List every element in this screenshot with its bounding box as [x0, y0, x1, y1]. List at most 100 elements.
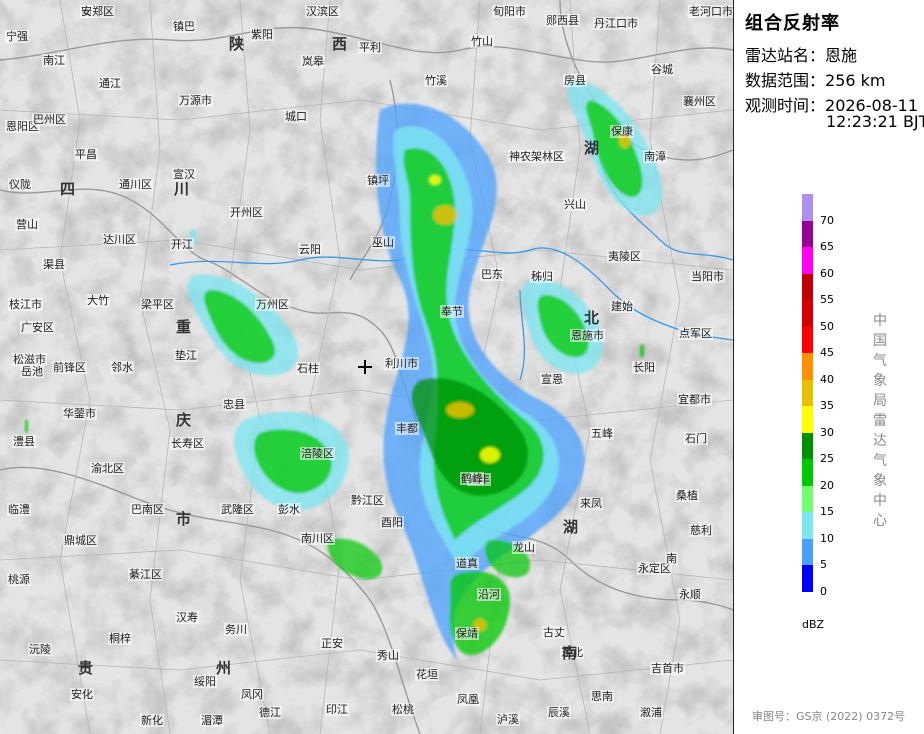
- place-label: 点军区: [678, 327, 713, 340]
- legend-swatch-50: [802, 300, 813, 327]
- province-label: 陕: [229, 35, 245, 53]
- radar-station-icon: [358, 360, 372, 374]
- place-label: 沿河: [477, 588, 501, 601]
- place-label: 营山: [15, 218, 39, 231]
- place-label: 岚皋: [301, 55, 325, 68]
- place-label: 宣恩: [540, 373, 564, 386]
- legend-tick-0: 0: [820, 584, 827, 598]
- place-label: 镇坪: [366, 174, 390, 187]
- place-label: 安: [80, 5, 93, 18]
- place-label: 通川区: [118, 178, 153, 191]
- legend-swatch-25: [802, 432, 813, 460]
- legend-swatch-45: [802, 326, 813, 354]
- province-label: 湖: [563, 518, 579, 536]
- place-label: 夷陵区: [607, 250, 642, 263]
- place-label: 道真: [455, 557, 479, 570]
- place-label: 渠县: [42, 258, 66, 271]
- place-label: 渝北区: [90, 462, 125, 475]
- station-value: 恩施: [825, 46, 858, 65]
- legend-tick-25: 25: [820, 452, 834, 465]
- legend-swatch-5: [802, 538, 813, 566]
- place-label: 印江: [325, 703, 349, 716]
- place-label: 慈利: [689, 524, 713, 537]
- place-label: 汉滨区: [305, 5, 340, 18]
- place-label: 秀山: [376, 649, 400, 662]
- place-label: 桐梓: [108, 632, 132, 645]
- province-label: 市: [176, 510, 192, 528]
- legend-swatch-70: [802, 194, 813, 221]
- place-label: 来凤: [579, 497, 603, 510]
- station-label: 雷达站名：: [745, 46, 826, 65]
- legend-swatch-60: [802, 247, 813, 274]
- place-label: 广安区: [20, 321, 55, 334]
- place-label: 临澧: [7, 503, 31, 516]
- place-label: 通江: [98, 77, 122, 90]
- legend-tick-5: 5: [820, 558, 827, 571]
- place-label: 平昌: [74, 148, 98, 161]
- place-label: 安化: [70, 688, 94, 701]
- place-label: 云阳: [298, 243, 322, 256]
- place-label: 巫山: [371, 236, 395, 249]
- place-label: 华蓥市: [62, 407, 97, 420]
- place-label: 保康: [610, 125, 634, 138]
- legend-tick-30: 30: [820, 425, 834, 439]
- legend-swatch-20: [802, 459, 813, 486]
- place-label: 綦江区: [128, 568, 163, 581]
- radar-map[interactable]: 南郑区 镇巴 紫阳 汉滨区 旬阳市 郧西县 丹江口市 老河口市 宁强 南江 通江 万源市 平利 岚皋 竹山谷…: [0, 0, 733, 734]
- place-label: 长寿区: [170, 437, 205, 450]
- place-label: 开江: [170, 238, 194, 251]
- review-number: 审图号：GS京 (2022) 0372号: [752, 710, 906, 723]
- place-label: 平利: [358, 41, 382, 54]
- province-label: 北: [584, 309, 600, 327]
- legend-tick-15: 15: [820, 505, 834, 518]
- place-label: 酉阳: [380, 516, 404, 529]
- place-label: 紫阳: [250, 28, 274, 41]
- info-panel: 组合反射率 雷达站名：恩施 数据范围：256 km 观测时间：2026-08-1…: [733, 0, 924, 734]
- place-label: 彭水: [277, 503, 301, 516]
- province-label: 州: [216, 659, 232, 677]
- product-title: 组合反射率: [745, 13, 840, 34]
- time-clock: 12:23:21 BJT: [826, 112, 924, 131]
- place-label: 垫江: [174, 349, 198, 362]
- legend-swatch-10: [802, 512, 813, 539]
- place-label: 思南: [590, 690, 614, 703]
- legend-tick-10: 10: [820, 531, 834, 545]
- place-label: 桑植: [675, 489, 699, 502]
- legend-swatch-15: [802, 485, 813, 513]
- place-label: 镇巴: [172, 20, 196, 33]
- time-label: 观测时间：: [745, 96, 826, 115]
- place-label: 丰都: [395, 422, 419, 435]
- place-label: 保靖: [455, 627, 479, 640]
- place-label: 凤冈: [240, 688, 264, 701]
- place-label: 务川: [224, 623, 248, 636]
- place-label: 古丈: [542, 626, 566, 639]
- place-label: 利川市: [384, 357, 419, 370]
- place-label: 凤凰: [456, 693, 480, 706]
- place-label: 神农架林区: [508, 150, 565, 163]
- place-label: 枝江市: [8, 298, 43, 311]
- place-label: 大竹: [86, 294, 110, 307]
- place-label: 汉寿: [175, 611, 199, 624]
- legend-swatch-40: [802, 353, 813, 380]
- place-label: 澧县: [12, 435, 36, 448]
- place-label: 南漳: [643, 150, 667, 163]
- place-label: 永顺: [678, 588, 702, 601]
- place-label: 奉节: [440, 305, 464, 318]
- place-label: 房县: [563, 74, 587, 87]
- credit-vertical: 中国气象局雷达气象中心: [873, 313, 887, 529]
- legend-tick-50: 50: [820, 319, 834, 333]
- place-label: 谷城: [650, 63, 674, 76]
- place-label: 宜都市: [677, 393, 712, 406]
- legend-tick-65: 65: [820, 240, 834, 253]
- place-label: 南川区: [300, 532, 335, 545]
- legend-tick-45: 45: [820, 346, 834, 359]
- province-label: 湖: [584, 139, 600, 157]
- legend-tick-35: 35: [820, 399, 834, 412]
- place-label: 老河口市: [688, 5, 733, 18]
- place-label: 当阳市: [690, 270, 725, 283]
- place-label: 宁强: [5, 30, 29, 43]
- place-label: 辰溪: [547, 706, 571, 719]
- place-label: 鼎城区: [63, 534, 98, 547]
- place-label: 秭归: [530, 270, 554, 283]
- place-label: 黔江区: [350, 494, 385, 507]
